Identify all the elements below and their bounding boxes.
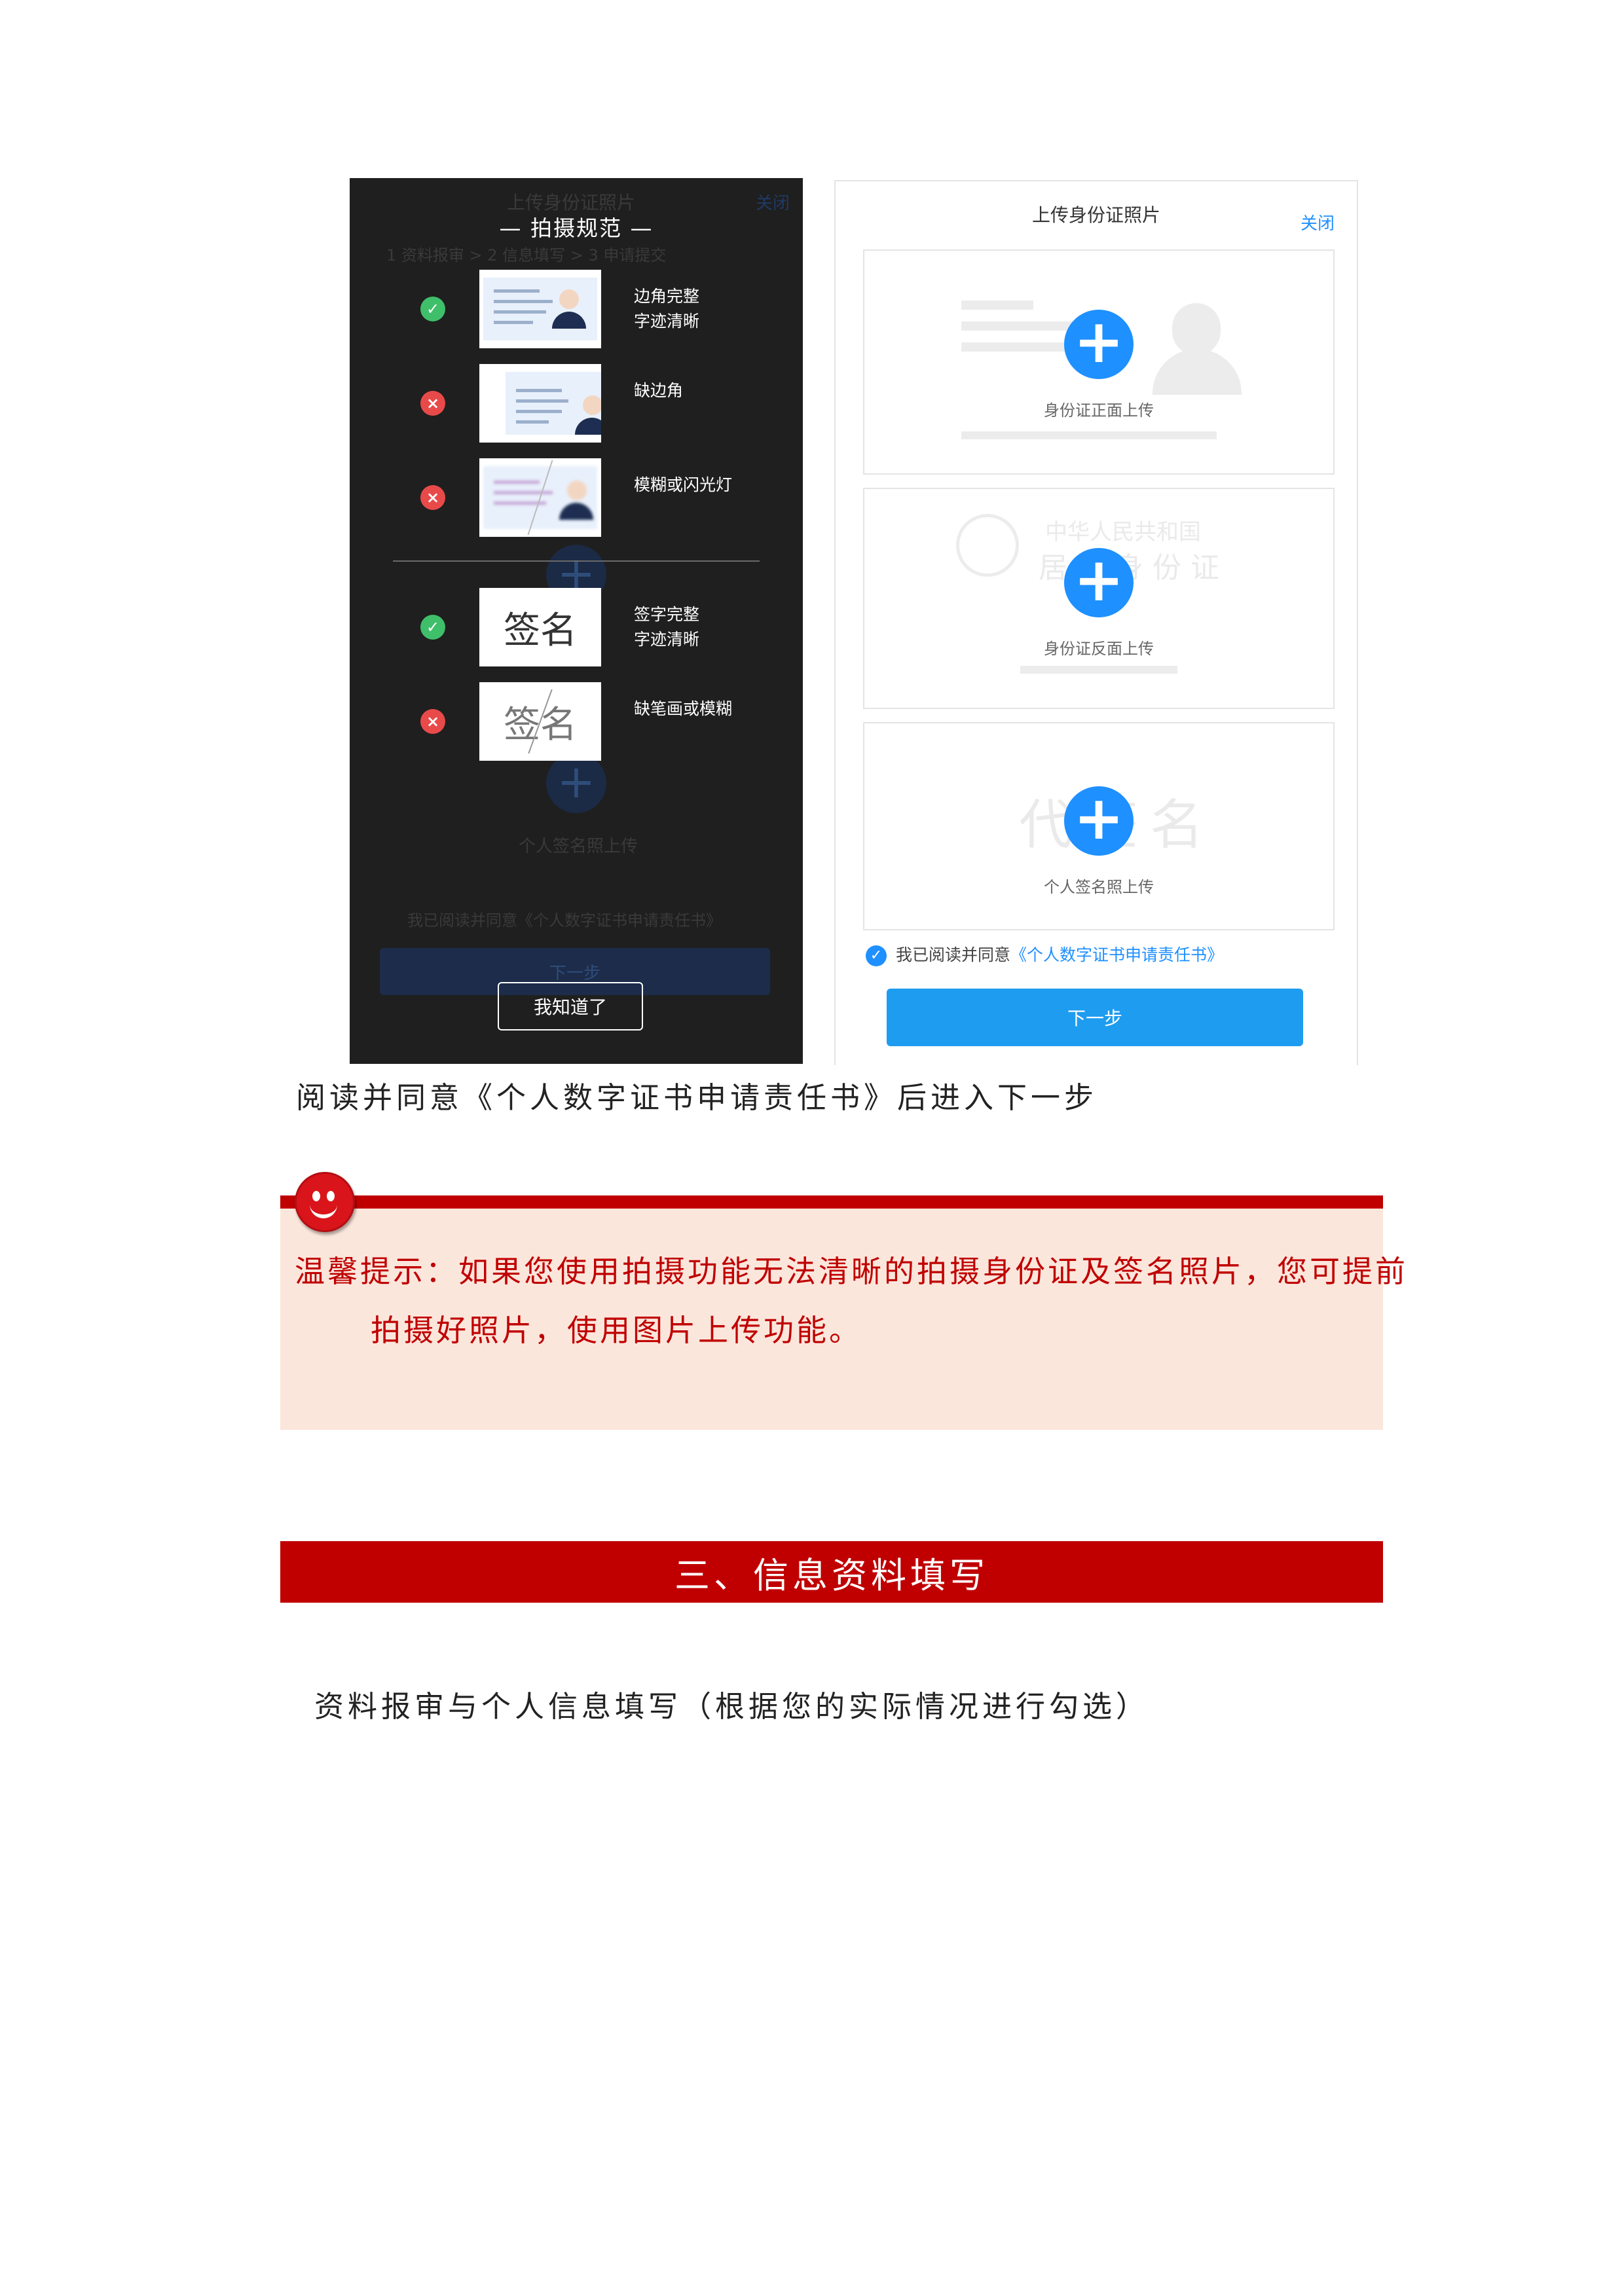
check-circle-icon: ✓ <box>420 615 445 640</box>
background-agree-text: 我已阅读并同意《个人数字证书申请责任书》 <box>407 911 722 930</box>
plus-icon: + <box>1064 548 1134 617</box>
guide-divider <box>393 560 760 562</box>
close-link[interactable]: 关闭 <box>1301 210 1335 234</box>
plus-icon: + <box>1064 786 1134 856</box>
upload-id-back[interactable]: 中华人民共和国 居民身份证 + 身份证反面上传 <box>863 488 1335 709</box>
background-steps: 1 资料报审 > 2 信息填写 > 3 申请提交 <box>386 246 667 264</box>
plus-icon: + <box>1064 310 1134 379</box>
agreement-row: ✓ 我已阅读并同意《个人数字证书申请责任书》 <box>866 942 1223 966</box>
upload-page-title: 上传身份证照片 <box>1031 204 1160 226</box>
tip-text-line1: 温馨提示：如果您使用拍摄功能无法清晰的拍摄身份证及签名照片，您可提前 <box>295 1254 1408 1289</box>
got-it-button[interactable]: 我知道了 <box>498 982 643 1030</box>
guide-row: × 模糊或闪光灯 <box>350 458 803 537</box>
tip-header-bar <box>280 1195 1383 1209</box>
guide-row: × 缺边角 <box>350 364 803 443</box>
section-subtitle: 资料报审与个人信息填写（根据您的实际情况进行勾选） <box>314 1689 1150 1724</box>
upload-back-label: 身份证反面上传 <box>1044 640 1154 658</box>
upload-signature[interactable]: 代签名 + 个人签名照上传 <box>863 722 1335 930</box>
guide-row: ✓ 签名 签字完整 字迹清晰 <box>350 588 803 666</box>
upload-front-label: 身份证正面上传 <box>1044 401 1154 420</box>
checkbox-checked-icon[interactable]: ✓ <box>866 945 887 966</box>
upload-id-front[interactable]: + 身份证正面上传 <box>863 249 1335 475</box>
check-circle-icon: ✓ <box>420 297 445 321</box>
agree-prefix: 我已阅读并同意 <box>896 945 1011 964</box>
id-card-cropped-thumbnail <box>479 364 601 443</box>
avatar-placeholder-icon <box>1172 303 1221 355</box>
tip-text-line2: 拍摄好照片，使用图片上传功能。 <box>371 1313 862 1348</box>
guide-row: × 签名 缺笔画或模糊 <box>350 682 803 761</box>
agreement-link[interactable]: 《个人数字证书申请责任书》 <box>1010 945 1223 964</box>
id-card-blurred-thumbnail <box>479 458 601 537</box>
guide-label: 模糊或闪光灯 <box>634 475 733 494</box>
guide-label: 缺边角 <box>634 381 684 400</box>
upload-page-screenshot: 上传身份证照片 关闭 + 身份证正面上传 中华人民共和国 居民身份证 + 身份证… <box>834 180 1358 1065</box>
shooting-guide-screenshot: 上传身份证照片 关闭 1 资料报审 > 2 信息填写 > 3 申请提交 + + … <box>350 178 803 1064</box>
x-circle-icon: × <box>420 709 445 734</box>
guide-label: 签字完整 字迹清晰 <box>634 605 700 649</box>
image-caption: 阅读并同意《个人数字证书申请责任书》后进入下一步 <box>296 1080 1098 1115</box>
next-step-button[interactable]: 下一步 <box>887 989 1303 1046</box>
upload-signature-label: 个人签名照上传 <box>1044 878 1154 896</box>
background-plus-icon: + <box>546 753 606 813</box>
emblem-watermark-icon <box>956 514 1019 577</box>
guide-row: ✓ 边角完整 字迹清晰 <box>350 270 803 348</box>
background-upload-label: 个人签名照上传 <box>519 837 638 856</box>
x-circle-icon: × <box>420 391 445 416</box>
x-circle-icon: × <box>420 485 445 510</box>
guide-title: — 拍摄规范 — <box>499 215 654 241</box>
signature-thumbnail: 签名 <box>479 588 601 666</box>
tip-box: 温馨提示：如果您使用拍摄功能无法清晰的拍摄身份证及签名照片，您可提前 拍摄好照片… <box>280 1172 1405 1430</box>
id-card-thumbnail <box>479 270 601 348</box>
smiley-icon <box>295 1172 355 1232</box>
guide-label: 缺笔画或模糊 <box>634 699 733 718</box>
guide-label: 边角完整 字迹清晰 <box>634 287 700 331</box>
section-heading: 三、信息资料填写 <box>280 1541 1383 1603</box>
signature-broken-thumbnail: 签名 <box>479 682 601 761</box>
